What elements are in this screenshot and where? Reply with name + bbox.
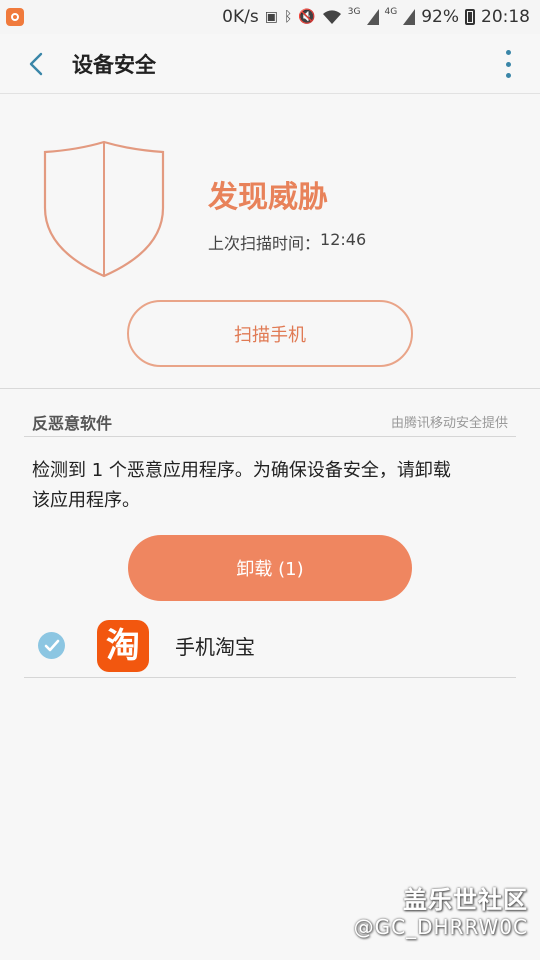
signal-4g-icon: 4G bbox=[384, 7, 398, 17]
page-title: 设备安全 bbox=[72, 52, 156, 77]
app-bar: 设备安全 bbox=[0, 34, 540, 94]
taobao-app-icon: 淘 bbox=[97, 619, 149, 672]
signal-bars-icon-1 bbox=[366, 9, 379, 25]
app-icon-glyph: 淘 bbox=[106, 625, 140, 666]
back-button[interactable] bbox=[10, 34, 62, 94]
more-options-button[interactable] bbox=[504, 50, 512, 78]
last-scan-time: 12:46 bbox=[320, 230, 367, 249]
shield-icon bbox=[42, 140, 166, 280]
sim-icon: ▣ bbox=[264, 9, 278, 25]
status-bar: 0K/s ▣ ᛒ 🔇 3G 4G 92% 20:18 bbox=[0, 0, 540, 34]
list-item[interactable]: 淘 手机淘宝 bbox=[24, 614, 516, 677]
divider bbox=[0, 388, 540, 389]
battery-percent: 92% bbox=[421, 7, 459, 27]
divider bbox=[24, 677, 516, 678]
checkbox[interactable] bbox=[38, 632, 65, 659]
wifi-icon bbox=[322, 10, 341, 24]
bluetooth-icon: ᛒ bbox=[283, 9, 293, 25]
section-provider: 由腾讯移动安全提供 bbox=[390, 416, 508, 431]
battery-icon bbox=[465, 9, 475, 25]
uninstall-button[interactable]: 卸载 (1) bbox=[128, 535, 412, 601]
scan-phone-button[interactable]: 扫描手机 bbox=[127, 300, 413, 367]
mute-icon: 🔇 bbox=[298, 9, 316, 25]
checkmark-icon bbox=[44, 639, 59, 651]
notification-app-icon bbox=[6, 8, 24, 26]
watermark-user: @GC_DHRRW0C bbox=[353, 915, 528, 939]
section-title: 反恶意软件 bbox=[32, 414, 113, 433]
threat-status: 发现威胁 bbox=[208, 180, 328, 215]
threat-description: 检测到 1 个恶意应用程序。为确保设备安全，请卸载该应用程序。 bbox=[32, 460, 451, 511]
signal-bars-icon-2 bbox=[403, 9, 416, 25]
clock: 20:18 bbox=[481, 7, 530, 27]
watermark-site: 盖乐世社区 bbox=[403, 886, 528, 914]
last-scan-info: 上次扫描时间： 12:46 bbox=[208, 230, 366, 254]
chevron-left-icon bbox=[29, 52, 43, 75]
signal-3g-icon: 3G bbox=[347, 7, 361, 17]
network-speed: 0K/s bbox=[222, 7, 259, 27]
app-name: 手机淘宝 bbox=[175, 635, 255, 659]
status-indicators: 0K/s ▣ ᛒ 🔇 3G 4G 92% 20:18 bbox=[222, 7, 530, 27]
last-scan-label: 上次扫描时间： bbox=[208, 234, 321, 253]
divider bbox=[24, 436, 516, 437]
